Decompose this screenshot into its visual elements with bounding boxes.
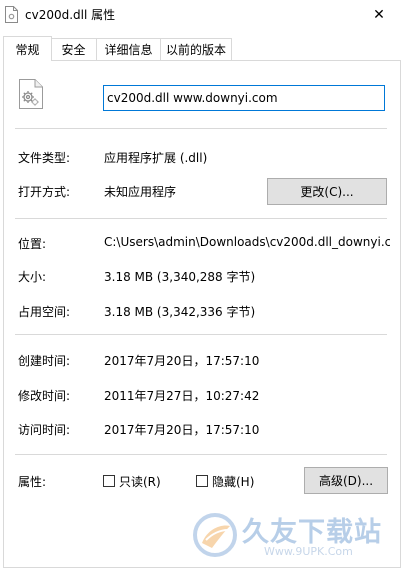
tab-previous-versions-label: 以前的版本 bbox=[165, 43, 226, 57]
title-bar: cv200d.dll 属性 ✕ bbox=[0, 0, 402, 30]
close-button[interactable]: ✕ bbox=[356, 0, 402, 30]
advanced-button[interactable]: 高级(D)... bbox=[304, 467, 388, 494]
modified-value: 2011年7月27日，10:27:42 bbox=[104, 389, 260, 403]
hidden-checkbox-box[interactable] bbox=[196, 475, 208, 487]
watermark-url: Www.9UPK.Com bbox=[264, 545, 353, 558]
readonly-checkbox-label: 只读(R) bbox=[119, 474, 161, 489]
size-on-disk-label: 占用空间: bbox=[18, 305, 71, 319]
tab-details[interactable]: 详细信息 bbox=[96, 38, 161, 60]
change-button[interactable]: 更改(C)... bbox=[267, 178, 387, 205]
watermark: 久友下载站 Www.9UPK.Com bbox=[186, 508, 396, 564]
close-icon: ✕ bbox=[373, 7, 385, 23]
file-icon bbox=[5, 6, 18, 23]
change-button-label: 更改(C)... bbox=[300, 185, 354, 199]
attributes-label: 属性: bbox=[18, 475, 47, 489]
watermark-text: 久友下载站 bbox=[242, 517, 382, 548]
modified-label: 修改时间: bbox=[18, 389, 71, 403]
advanced-button-label: 高级(D)... bbox=[318, 474, 374, 488]
size-value: 3.18 MB (3,340,288 字节) bbox=[104, 270, 256, 284]
hidden-checkbox-label: 隐藏(H) bbox=[212, 474, 255, 489]
tab-strip: 常规 安全 详细信息 以前的版本 bbox=[0, 36, 402, 61]
created-value: 2017年7月20日，17:57:10 bbox=[104, 354, 260, 368]
divider-4 bbox=[15, 454, 387, 455]
hidden-checkbox[interactable]: 隐藏(H) bbox=[196, 473, 254, 489]
accessed-value: 2017年7月20日，17:57:10 bbox=[104, 423, 260, 437]
readonly-checkbox[interactable]: 只读(R) bbox=[103, 473, 161, 489]
accessed-label: 访问时间: bbox=[18, 423, 71, 437]
tab-details-label: 详细信息 bbox=[104, 43, 153, 57]
file-name-input[interactable] bbox=[103, 85, 385, 111]
divider-3 bbox=[15, 334, 387, 335]
tab-general[interactable]: 常规 bbox=[3, 36, 52, 61]
tab-security[interactable]: 安全 bbox=[50, 38, 97, 60]
location-label: 位置: bbox=[18, 237, 47, 251]
size-on-disk-value: 3.18 MB (3,342,336 字节) bbox=[104, 305, 256, 319]
file-type-value: 应用程序扩展 (.dll) bbox=[104, 151, 208, 165]
opens-with-label: 打开方式: bbox=[18, 185, 71, 199]
size-label: 大小: bbox=[18, 270, 47, 284]
tab-security-label: 安全 bbox=[61, 43, 86, 57]
opens-with-value: 未知应用程序 bbox=[104, 185, 177, 199]
file-type-label: 文件类型: bbox=[18, 151, 71, 165]
location-value: C:\Users\admin\Downloads\cv200d.dll_down… bbox=[104, 235, 390, 249]
window-title: cv200d.dll 属性 bbox=[25, 8, 116, 22]
watermark-logo bbox=[193, 513, 237, 557]
properties-window: cv200d.dll 属性 ✕ 常规 安全 详细信息 以前的版本 cv200d.… bbox=[0, 0, 402, 569]
tab-general-label: 常规 bbox=[15, 42, 40, 57]
divider-2 bbox=[15, 218, 387, 219]
divider-1 bbox=[15, 128, 387, 129]
dll-file-gear-icon bbox=[19, 79, 43, 109]
created-label: 创建时间: bbox=[18, 354, 71, 368]
tab-previous-versions[interactable]: 以前的版本 bbox=[160, 38, 232, 60]
readonly-checkbox-box[interactable] bbox=[103, 475, 115, 487]
